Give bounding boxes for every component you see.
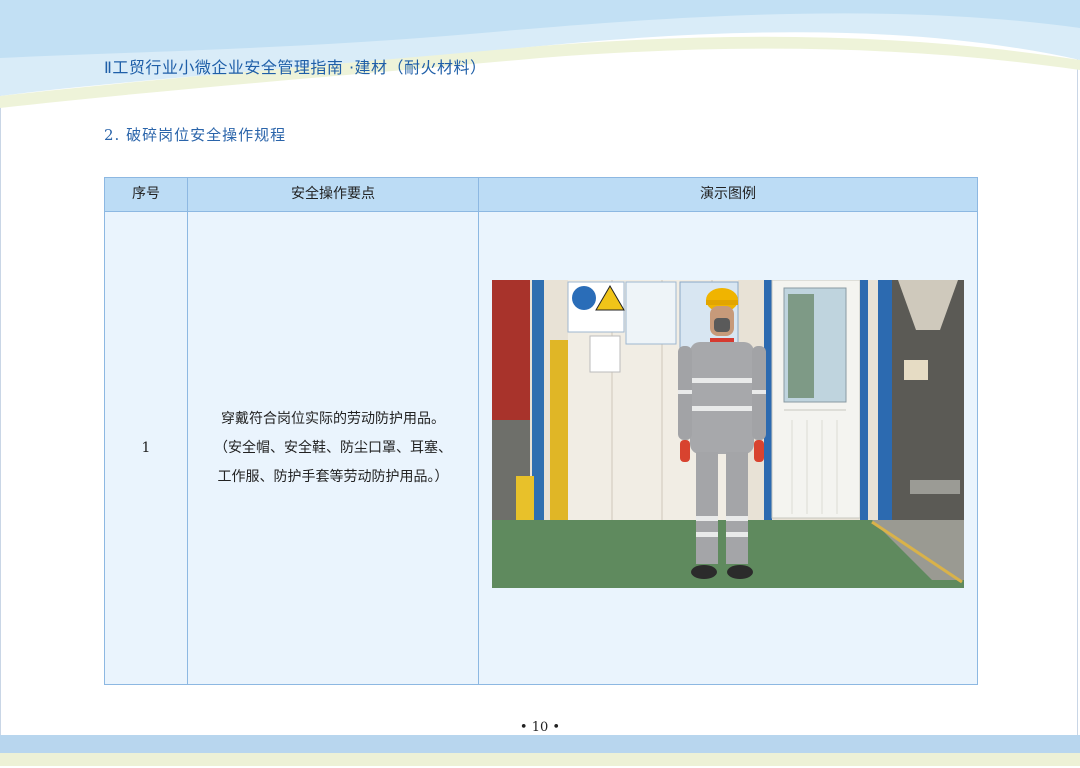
row-number-cell: 1 — [141, 440, 151, 456]
section-title: 2. 破碎岗位安全操作规程 — [104, 126, 287, 144]
procedure-line: （安全帽、安全鞋、防尘口罩、耳塞、 — [214, 439, 452, 456]
footer-band — [0, 735, 1080, 753]
procedure-line: 穿戴符合岗位实际的劳动防护用品。 — [221, 410, 445, 427]
row-procedure-text: 穿戴符合岗位实际的劳动防护用品。 （安全帽、安全鞋、防尘口罩、耳塞、 工作服、防… — [188, 212, 478, 684]
document-header-title: Ⅱ工贸行业小微企业安全管理指南 ·建材（耐火材料） — [104, 58, 487, 77]
header-cell-example: 演示图例 — [700, 186, 756, 202]
page-number: • 10 • — [519, 720, 561, 735]
procedure-line: 工作服、防护手套等劳动防护用品。） — [217, 468, 449, 485]
ppe-demonstration-photo — [492, 280, 964, 588]
column-divider — [478, 178, 479, 684]
table-header-row: 序号 安全操作要点 演示图例 — [105, 178, 977, 212]
header-cell-number: 序号 — [132, 186, 160, 202]
header-cell-points: 安全操作要点 — [291, 186, 375, 202]
footer-band-secondary — [0, 753, 1080, 766]
